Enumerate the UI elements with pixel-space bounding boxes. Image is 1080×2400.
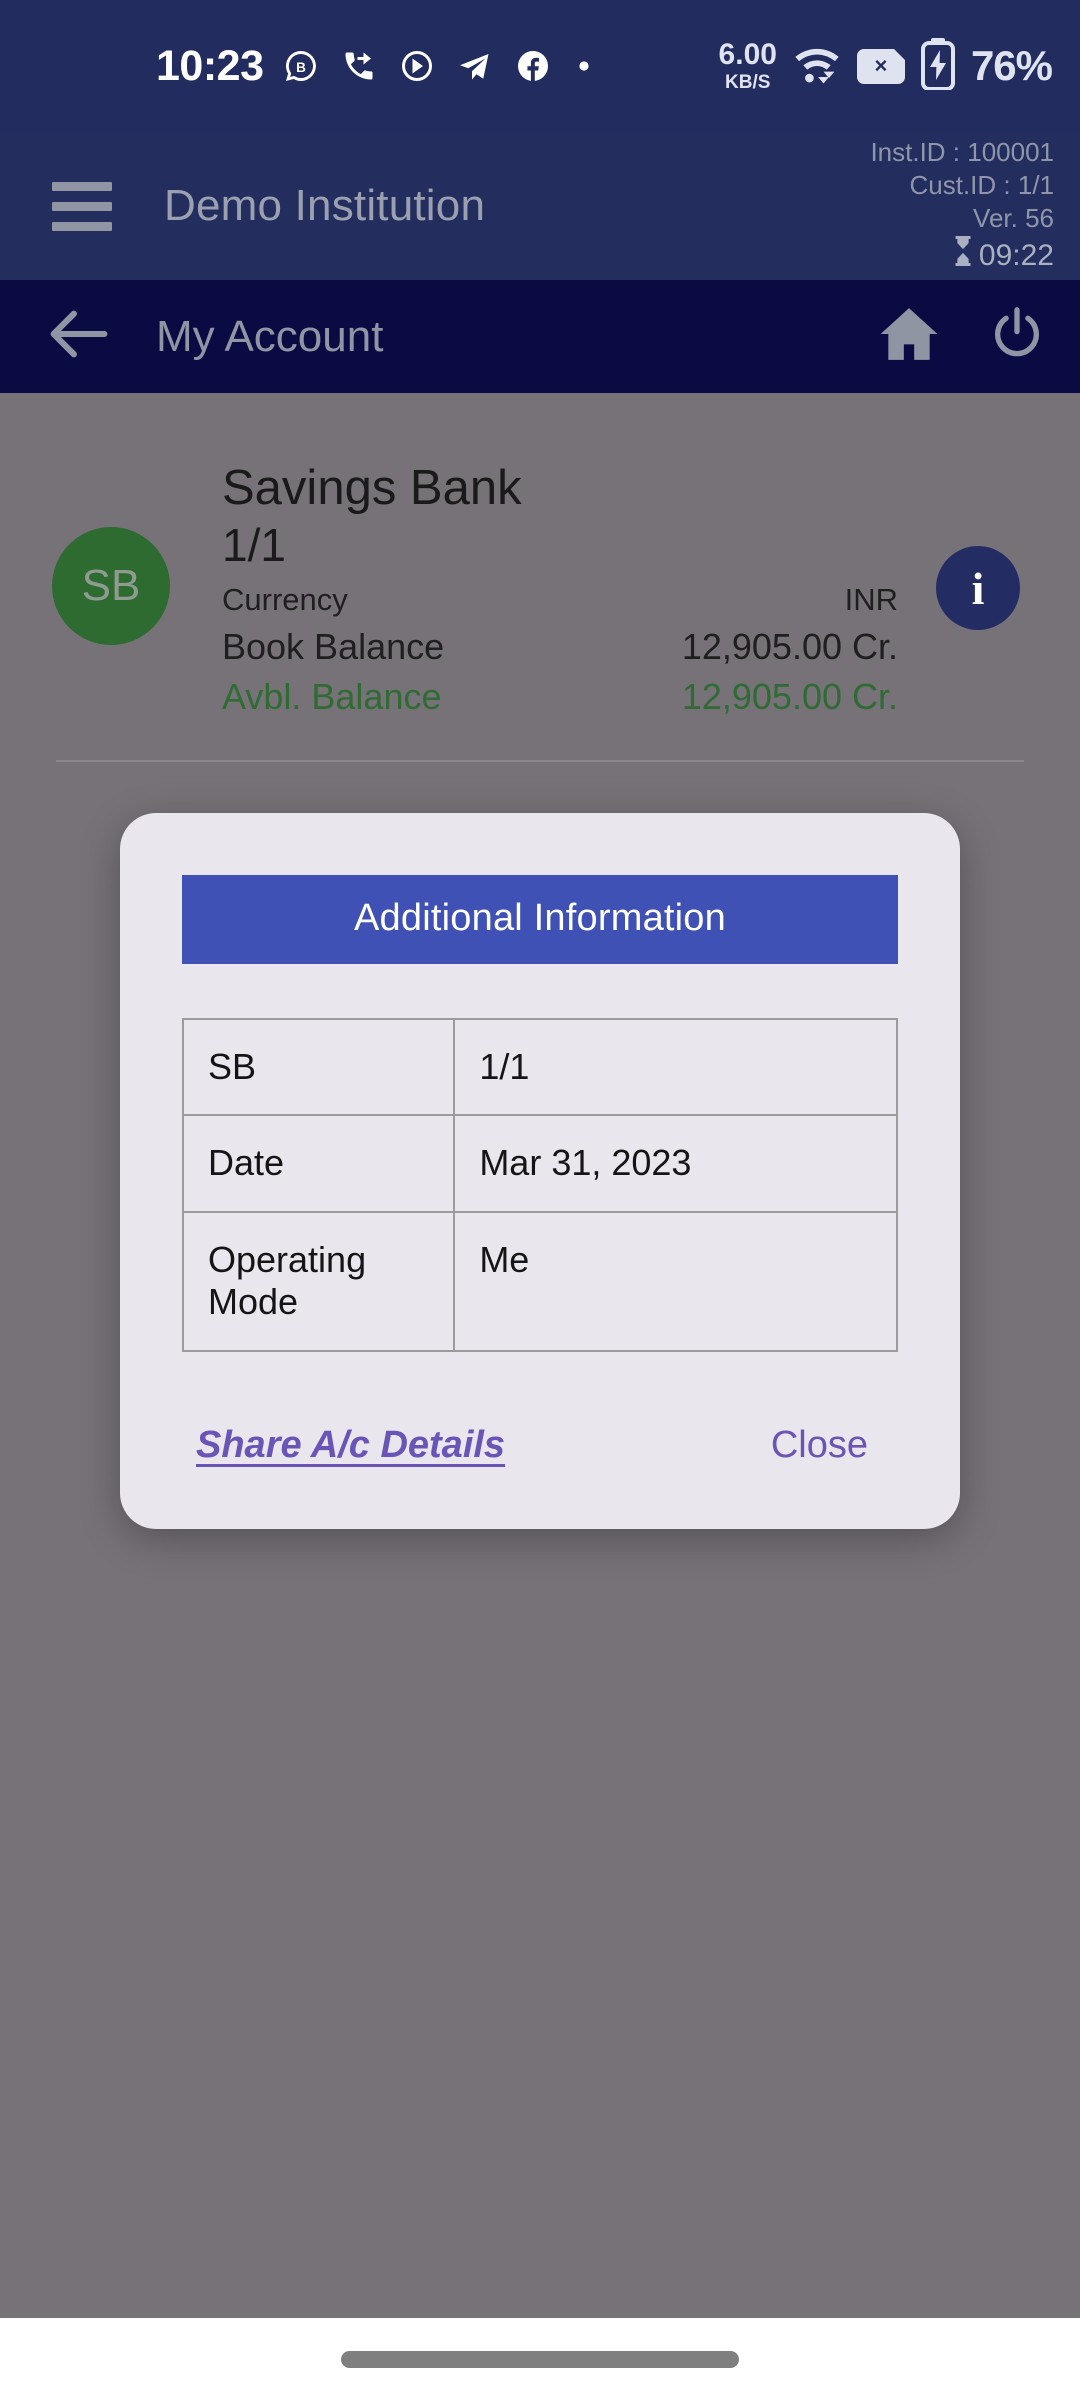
close-button[interactable]: Close xyxy=(771,1424,868,1467)
circular-play-icon xyxy=(399,48,435,84)
battery-charging-icon xyxy=(919,37,957,95)
home-icon[interactable] xyxy=(878,305,940,368)
share-account-details-button[interactable]: Share A/c Details xyxy=(196,1424,505,1467)
session-timer: 09:22 xyxy=(870,235,1054,276)
institution-name: Demo Institution xyxy=(164,181,486,230)
dialog-title: Additional Information xyxy=(182,875,898,964)
account-card[interactable]: SB Savings Bank 1/1 Currency INR Book Ba… xyxy=(0,393,1080,718)
currency-label: Currency xyxy=(222,582,348,618)
system-navigation-bar xyxy=(0,2318,1080,2400)
app-bar-actions xyxy=(878,305,1046,368)
section-divider xyxy=(56,760,1024,763)
account-details: Savings Bank 1/1 Currency INR Book Balan… xyxy=(222,461,926,718)
status-bar-right: 6.00 KB/S × 76% xyxy=(718,37,1053,95)
book-balance-label: Book Balance xyxy=(222,626,445,668)
avatar: SB xyxy=(52,527,170,645)
app-bar: My Account xyxy=(0,280,1080,393)
battery-percentage: 76% xyxy=(970,42,1053,89)
call-forward-icon xyxy=(341,48,377,84)
hourglass-icon xyxy=(951,235,975,276)
available-balance-row: Avbl. Balance 12,905.00 Cr. xyxy=(222,676,926,718)
dialog-actions: Share A/c Details Close xyxy=(182,1352,898,1529)
customer-id: Cust.ID : 1/1 xyxy=(909,170,1055,201)
wifi-icon xyxy=(791,42,843,91)
table-cell-key: Date xyxy=(181,1114,456,1213)
book-balance-value: 12,905.00 Cr. xyxy=(681,626,898,668)
home-gesture-pill[interactable] xyxy=(341,2350,739,2368)
svg-text:B: B xyxy=(297,60,307,75)
facebook-icon xyxy=(515,48,551,84)
session-timer-value: 09:22 xyxy=(978,238,1054,272)
currency-row: Currency INR xyxy=(222,582,926,618)
dot-icon xyxy=(573,55,595,77)
table-cell-value: Me xyxy=(453,1210,898,1352)
status-bar-left: 10:23 B xyxy=(156,42,595,91)
additional-info-table: SB 1/1 Date Mar 31, 2023 Operating Mode … xyxy=(181,1017,898,1352)
table-cell-key: SB xyxy=(181,1017,456,1117)
avatar-initials: SB xyxy=(81,561,141,610)
sim-x-mark: × xyxy=(874,53,888,78)
info-icon[interactable]: i xyxy=(936,546,1020,630)
status-bar-notification-icons: B xyxy=(283,48,595,84)
table-row: Date Mar 31, 2023 xyxy=(181,1114,898,1213)
phone-screen: 10:23 B 6.00 KB/S × 76% Demo Institution… xyxy=(0,0,1080,2400)
table-cell-value: 1/1 xyxy=(453,1017,898,1117)
hamburger-bar-1 xyxy=(52,181,112,191)
sim-card-icon: × xyxy=(856,48,905,84)
hamburger-bar-3 xyxy=(52,221,112,231)
whatsapp-business-icon: B xyxy=(283,48,319,84)
account-type-title: Savings Bank xyxy=(222,461,522,515)
book-balance-row: Book Balance 12,905.00 Cr. xyxy=(222,626,926,668)
network-speed-indicator: 6.00 KB/S xyxy=(718,38,777,93)
available-balance-label: Avbl. Balance xyxy=(222,676,442,718)
hamburger-bar-2 xyxy=(52,201,112,211)
table-row: SB 1/1 xyxy=(181,1017,898,1117)
hamburger-menu-icon[interactable] xyxy=(52,181,112,231)
account-number: 1/1 xyxy=(222,518,286,571)
currency-value: INR xyxy=(844,582,898,618)
power-icon[interactable] xyxy=(988,305,1046,368)
table-cell-value: Mar 31, 2023 xyxy=(453,1114,898,1213)
telegram-icon xyxy=(457,48,493,84)
app-version: Ver. 56 xyxy=(973,203,1054,234)
status-bar: 10:23 B 6.00 KB/S × 76% xyxy=(0,0,1080,132)
header-meta-info: Inst.ID : 100001 Cust.ID : 1/1 Ver. 56 0… xyxy=(870,136,1054,276)
available-balance-value: 12,905.00 Cr. xyxy=(681,676,898,718)
table-row: Operating Mode Me xyxy=(181,1210,898,1352)
network-speed-value: 6.00 xyxy=(718,38,777,71)
status-bar-clock: 10:23 xyxy=(156,41,264,90)
app-header: Demo Institution Inst.ID : 100001 Cust.I… xyxy=(0,132,1080,280)
institution-id: Inst.ID : 100001 xyxy=(870,136,1054,167)
table-cell-key: Operating Mode xyxy=(181,1210,456,1352)
page-title: My Account xyxy=(156,311,384,361)
network-speed-unit: KB/S xyxy=(725,72,771,93)
additional-information-dialog: Additional Information SB 1/1 Date Mar 3… xyxy=(120,813,960,1529)
back-arrow-icon[interactable] xyxy=(46,306,112,367)
